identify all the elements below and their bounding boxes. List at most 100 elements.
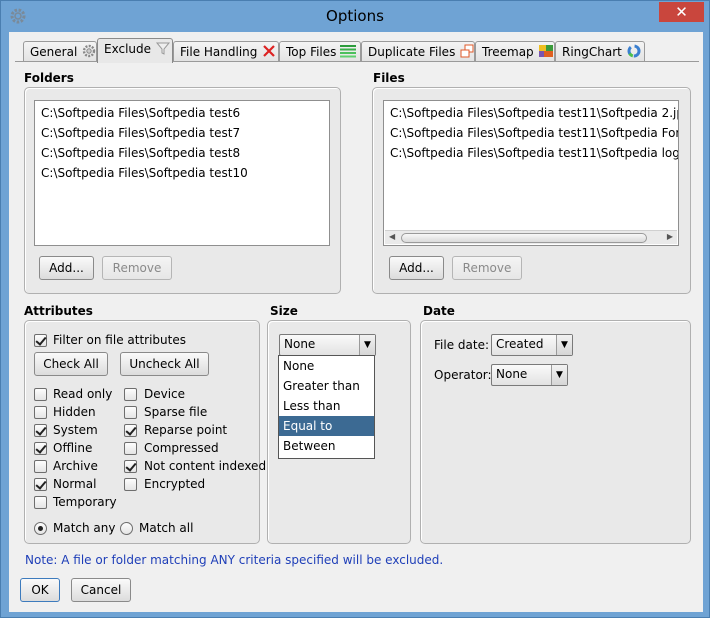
exclusion-note: Note: A file or folder matching ANY crit… — [25, 553, 444, 567]
folders-add-button[interactable]: Add... — [39, 256, 94, 280]
tab-exclude-label: Exclude — [104, 42, 152, 56]
cancel-button[interactable]: Cancel — [71, 578, 131, 602]
system-checkbox[interactable] — [34, 424, 47, 437]
compressed-checkbox[interactable] — [124, 442, 137, 455]
scroll-right-icon[interactable]: ▶ — [667, 232, 673, 241]
scroll-left-icon[interactable]: ◀ — [389, 232, 395, 241]
scrollbar-thumb[interactable] — [401, 233, 647, 243]
read-only-checkbox[interactable] — [34, 388, 47, 401]
size-option-equal-to[interactable]: Equal to — [279, 416, 374, 436]
archive-label: Archive — [53, 459, 98, 473]
sparse-file-checkbox[interactable] — [124, 406, 137, 419]
tab-duplicate-files[interactable]: Duplicate Files — [361, 41, 475, 62]
tab-top-files[interactable]: Top Files — [279, 41, 361, 62]
title-bar: Options ✕ — [1, 1, 709, 32]
size-label: Size — [270, 304, 298, 318]
tab-treemap-label: Treemap — [482, 45, 534, 59]
duplicate-squares-icon — [460, 44, 474, 58]
list-item[interactable]: C:\Softpedia Files\Softpedia test11\Soft… — [390, 126, 678, 140]
file-date-label: File date: — [434, 338, 489, 352]
hidden-label: Hidden — [53, 405, 96, 419]
encrypted-label: Encrypted — [144, 477, 206, 491]
dialog-body: General Exclude File Handling Top Files … — [9, 32, 703, 612]
files-group: C:\Softpedia Files\Softpedia test11\Soft… — [372, 87, 691, 294]
tab-top-files-label: Top Files — [286, 45, 337, 59]
reparse-point-checkbox[interactable] — [124, 424, 137, 437]
files-list[interactable]: C:\Softpedia Files\Softpedia test11\Soft… — [383, 100, 679, 246]
encrypted-checkbox[interactable] — [124, 478, 137, 491]
files-add-button[interactable]: Add... — [389, 256, 444, 280]
not-content-indexed-label: Not content indexed — [144, 459, 267, 473]
filter-attributes-label: Filter on file attributes — [53, 333, 186, 347]
attributes-label: Attributes — [24, 304, 93, 318]
ok-button[interactable]: OK — [20, 578, 60, 602]
size-select[interactable]: None ▼ — [279, 334, 376, 356]
file-date-value: Created — [496, 337, 544, 351]
operator-value: None — [496, 367, 528, 381]
date-group: File date: Created ▼ Operator: None ▼ — [420, 320, 691, 544]
green-list-icon — [340, 45, 357, 58]
files-label: Files — [373, 71, 405, 85]
compressed-label: Compressed — [144, 441, 219, 455]
size-option-none[interactable]: None — [279, 356, 374, 376]
operator-select[interactable]: None ▼ — [491, 364, 568, 386]
not-content-indexed-checkbox[interactable] — [124, 460, 137, 473]
gear-icon — [82, 44, 96, 58]
offline-checkbox[interactable] — [34, 442, 47, 455]
tab-ringchart[interactable]: RingChart — [555, 41, 645, 62]
funnel-icon — [155, 42, 170, 55]
device-checkbox[interactable] — [124, 388, 137, 401]
read-only-label: Read only — [53, 387, 113, 401]
normal-checkbox[interactable] — [34, 478, 47, 491]
folders-remove-button[interactable]: Remove — [102, 256, 172, 280]
archive-checkbox[interactable] — [34, 460, 47, 473]
list-item[interactable]: C:\Softpedia Files\Softpedia test8 — [41, 146, 240, 160]
list-item[interactable]: C:\Softpedia Files\Softpedia test7 — [41, 126, 240, 140]
files-remove-button[interactable]: Remove — [452, 256, 522, 280]
size-option-less-than[interactable]: Less than — [279, 396, 374, 416]
close-button[interactable]: ✕ — [659, 2, 704, 22]
hidden-checkbox[interactable] — [34, 406, 47, 419]
file-date-select[interactable]: Created ▼ — [491, 334, 573, 356]
sparse-file-label: Sparse file — [144, 405, 208, 419]
files-horizontal-scrollbar[interactable]: ◀ ▶ — [385, 230, 677, 244]
filter-attributes-checkbox[interactable] — [34, 334, 47, 347]
size-select-value: None — [284, 337, 316, 351]
attributes-group: Filter on file attributes Check All Unch… — [24, 320, 266, 544]
tab-file-handling[interactable]: File Handling — [173, 41, 279, 62]
folders-list[interactable]: C:\Softpedia Files\Softpedia test6 C:\So… — [34, 100, 330, 246]
chevron-down-icon[interactable]: ▼ — [359, 335, 375, 355]
treemap-icon — [538, 45, 553, 57]
chevron-down-icon[interactable]: ▼ — [551, 365, 567, 385]
temporary-checkbox[interactable] — [34, 496, 47, 509]
normal-label: Normal — [53, 477, 97, 491]
match-all-radio[interactable] — [120, 522, 133, 535]
tab-file-handling-label: File Handling — [180, 45, 258, 59]
date-label: Date — [423, 304, 455, 318]
list-item[interactable]: C:\Softpedia Files\Softpedia test10 — [41, 166, 248, 180]
list-item[interactable]: C:\Softpedia Files\Softpedia test6 — [41, 106, 240, 120]
list-item[interactable]: C:\Softpedia Files\Softpedia test11\Soft… — [390, 106, 678, 120]
chevron-down-icon[interactable]: ▼ — [556, 335, 572, 355]
tab-general[interactable]: General — [23, 41, 97, 62]
folders-label: Folders — [24, 71, 74, 85]
offline-label: Offline — [53, 441, 93, 455]
temporary-label: Temporary — [53, 495, 117, 509]
device-label: Device — [144, 387, 186, 401]
folders-group: C:\Softpedia Files\Softpedia test6 C:\So… — [24, 87, 341, 294]
tab-general-label: General — [30, 45, 78, 59]
check-all-button[interactable]: Check All — [34, 352, 108, 376]
tab-treemap[interactable]: Treemap — [475, 41, 555, 62]
options-window: Options ✕ General Exclude File Handling … — [0, 0, 710, 618]
size-option-between[interactable]: Between — [279, 436, 374, 456]
tab-exclude[interactable]: Exclude — [97, 38, 173, 63]
match-any-label: Match any — [53, 521, 116, 535]
size-option-greater-than[interactable]: Greater than — [279, 376, 374, 396]
tab-duplicate-files-label: Duplicate Files — [368, 45, 456, 59]
uncheck-all-button[interactable]: Uncheck All — [120, 352, 209, 376]
match-any-radio[interactable] — [34, 522, 47, 535]
ring-chart-icon — [627, 44, 641, 58]
window-title: Options — [326, 7, 384, 25]
list-item[interactable]: C:\Softpedia Files\Softpedia test11\Soft… — [390, 146, 678, 160]
size-dropdown-list[interactable]: None Greater than Less than Equal to Bet… — [278, 355, 375, 459]
